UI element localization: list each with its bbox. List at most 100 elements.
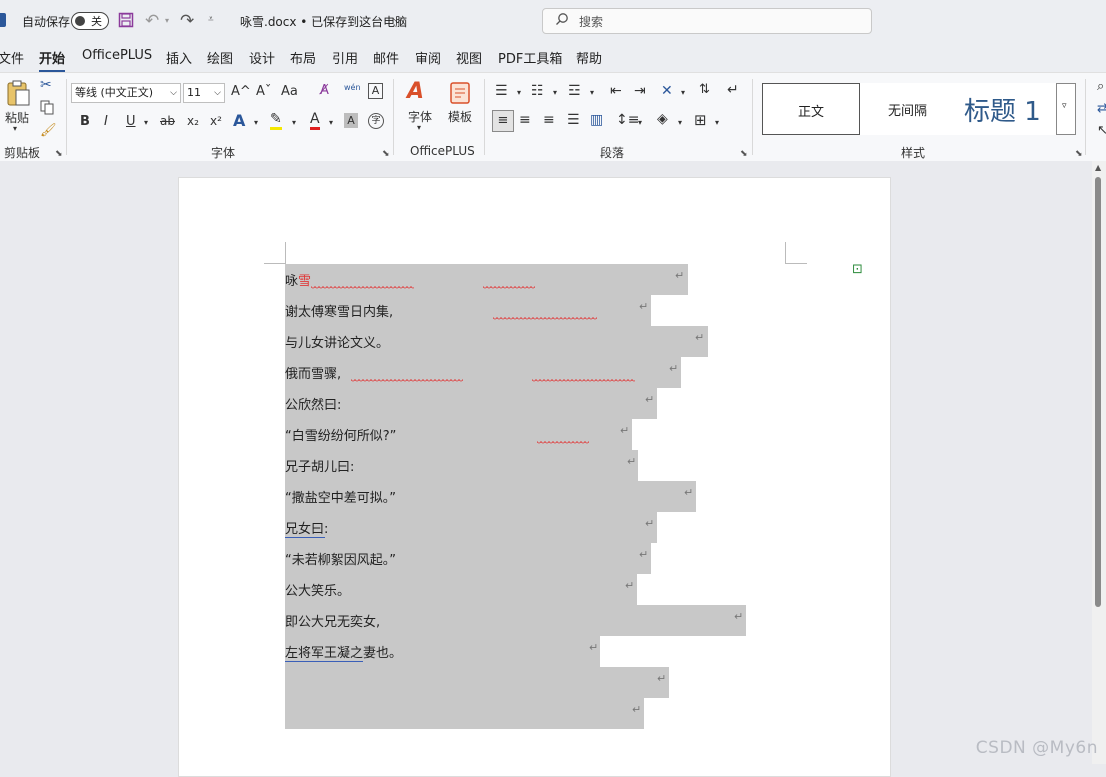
align-center-button[interactable]: ≡ [519,112,531,128]
font-color-icon[interactable]: A [310,111,320,130]
word-app-icon[interactable] [0,13,6,27]
italic-button[interactable]: I [104,114,108,129]
font-name-select[interactable]: 等线 (中文正文) ⌵ [71,83,181,103]
text-effects-icon[interactable]: A [233,111,245,130]
chevron-down-icon[interactable]: ⌵ [393,12,402,27]
tab-review[interactable]: 审阅 [415,48,441,67]
char-border-icon[interactable]: A [368,83,383,99]
cut-icon[interactable]: ✂ [40,77,52,93]
vertical-scrollbar[interactable]: ▲ [1092,161,1106,764]
phonetic-guide-icon[interactable]: wén [344,83,361,92]
redo-icon[interactable]: ↷ [180,11,194,31]
style-no-spacing[interactable]: 无间隔 [860,83,956,135]
chevron-down-icon: ▿ [1062,101,1067,111]
template-icon[interactable] [449,81,471,109]
scroll-up-icon[interactable]: ▲ [1095,163,1101,172]
document-body[interactable]: 咏雪 ↵ 谢太傅寒雪日内集, ↵ 与儿女讲论文义。 ↵ 俄而雪骤, ↵ 公欣然曰… [285,264,765,734]
tab-mailings[interactable]: 邮件 [373,48,399,67]
undo-icon[interactable]: ↶ [145,11,159,31]
superscript-button[interactable]: x² [210,114,222,128]
officeplus-font-icon[interactable]: A [407,79,424,104]
subscript-button[interactable]: x₂ [187,114,199,128]
show-marks-icon[interactable]: ↵ [727,82,739,98]
sort-icon[interactable]: ⇅ [699,82,710,97]
tab-pdf-toolbox[interactable]: PDF工具箱 [498,48,562,67]
char-shading-icon[interactable]: A [344,113,358,128]
shading-dropdown-icon[interactable]: ▾ [678,118,682,127]
paragraph-launcher-icon[interactable]: ⬊ [740,149,748,159]
underline-dropdown-icon[interactable]: ▾ [144,118,148,127]
align-left-button[interactable]: ≡ [492,110,514,132]
copy-icon[interactable] [40,100,54,119]
strikethrough-button[interactable]: ab [160,114,175,128]
justify-button[interactable]: ☰ [567,112,580,128]
undo-dropdown-icon[interactable]: ▾ [165,16,169,25]
tab-references[interactable]: 引用 [332,48,358,67]
document-title[interactable]: 咏雪.docx • 已保存到这台电脑 [240,13,407,30]
bullets-icon[interactable]: ☰ [495,83,508,99]
tab-help[interactable]: 帮助 [576,48,602,67]
chinese-layout-icon[interactable]: ✕ [661,83,673,99]
bullets-dropdown-icon[interactable]: ▾ [517,88,521,97]
font-size-select[interactable]: 11 ⌵ [183,83,225,103]
font-launcher-icon[interactable]: ⬊ [382,149,390,159]
highlight-icon[interactable]: ✎ [270,111,282,130]
tab-home[interactable]: 开始 [39,48,66,72]
save-icon[interactable] [118,12,134,32]
grow-font-icon[interactable]: A^ [231,84,251,99]
autosave-label: 自动保存 [22,15,71,29]
paste-dropdown-icon[interactable]: ▾ [13,124,17,133]
multilevel-dropdown-icon[interactable]: ▾ [590,88,594,97]
template-label[interactable]: 模板 [448,108,472,125]
line-spacing-dropdown-icon[interactable]: ▾ [638,118,642,127]
shading-icon[interactable]: ◈ [657,111,668,127]
spell-error-text: 雪 [298,274,312,289]
paste-icon[interactable] [5,79,31,111]
tab-layout[interactable]: 布局 [290,48,316,67]
line-spacing-icon[interactable]: ↕≡ [616,112,639,128]
comment-icon[interactable]: ⊡ [852,262,863,277]
scrollbar-thumb[interactable] [1095,177,1101,607]
divider [66,79,67,155]
tab-design[interactable]: 设计 [249,48,275,67]
find-icon[interactable]: ⌕ [1097,79,1104,94]
numbering-dropdown-icon[interactable]: ▾ [553,88,557,97]
borders-icon[interactable]: ⊞ [694,111,707,129]
chinese-layout-dropdown-icon[interactable]: ▾ [681,88,685,97]
distributed-button[interactable]: ▥ [590,112,603,128]
selection-highlight [285,264,688,295]
underline-button[interactable]: U [126,114,136,129]
styles-more-button[interactable]: ▿ [1056,83,1076,135]
numbering-icon[interactable]: ☷ [531,83,544,99]
font-color-dropdown-icon[interactable]: ▾ [329,118,333,127]
clipboard-launcher-icon[interactable]: ⬊ [55,149,63,159]
shrink-font-icon[interactable]: Aˇ [256,84,271,99]
format-painter-icon[interactable]: 🖌 [40,123,57,138]
highlight-dropdown-icon[interactable]: ▾ [292,118,296,127]
change-case-icon[interactable]: Aa [281,84,298,99]
customize-toolbar-icon[interactable]: ⩡ [208,14,214,25]
decrease-indent-icon[interactable]: ⇤ [610,83,622,99]
tab-view[interactable]: 视图 [456,48,482,67]
styles-launcher-icon[interactable]: ⬊ [1075,149,1083,159]
tab-draw[interactable]: 绘图 [207,48,233,67]
text-effects-dropdown-icon[interactable]: ▾ [254,118,258,127]
document-page[interactable]: ⊡ 咏雪 ↵ 谢太傅寒雪日内集, ↵ 与儿女讲论文义。 ↵ 俄而雪骤, ↵ 公欣… [178,177,891,777]
align-right-button[interactable]: ≡ [543,112,555,128]
style-normal[interactable]: 正文 [762,83,860,135]
autosave-toggle[interactable]: 关 [71,12,109,30]
enclose-char-icon[interactable]: 字 [368,113,384,129]
borders-dropdown-icon[interactable]: ▾ [715,118,719,127]
increase-indent-icon[interactable]: ⇥ [634,83,646,99]
replace-icon[interactable]: ⇄ [1097,101,1106,116]
bold-button[interactable]: B [80,114,90,129]
clear-format-icon[interactable]: A̸ [320,83,329,98]
officeplus-font-dropdown-icon[interactable]: ▾ [417,123,421,132]
style-heading-1[interactable]: 标题 1 [956,83,1056,135]
search-input[interactable]: 搜索 [542,8,872,34]
multilevel-list-icon[interactable]: ☲ [568,83,581,99]
tab-insert[interactable]: 插入 [166,48,192,67]
tab-officeplus[interactable]: OfficePLUS [82,48,152,63]
tab-file[interactable]: 文件 [0,48,24,67]
select-icon[interactable]: ↖ [1097,123,1106,138]
